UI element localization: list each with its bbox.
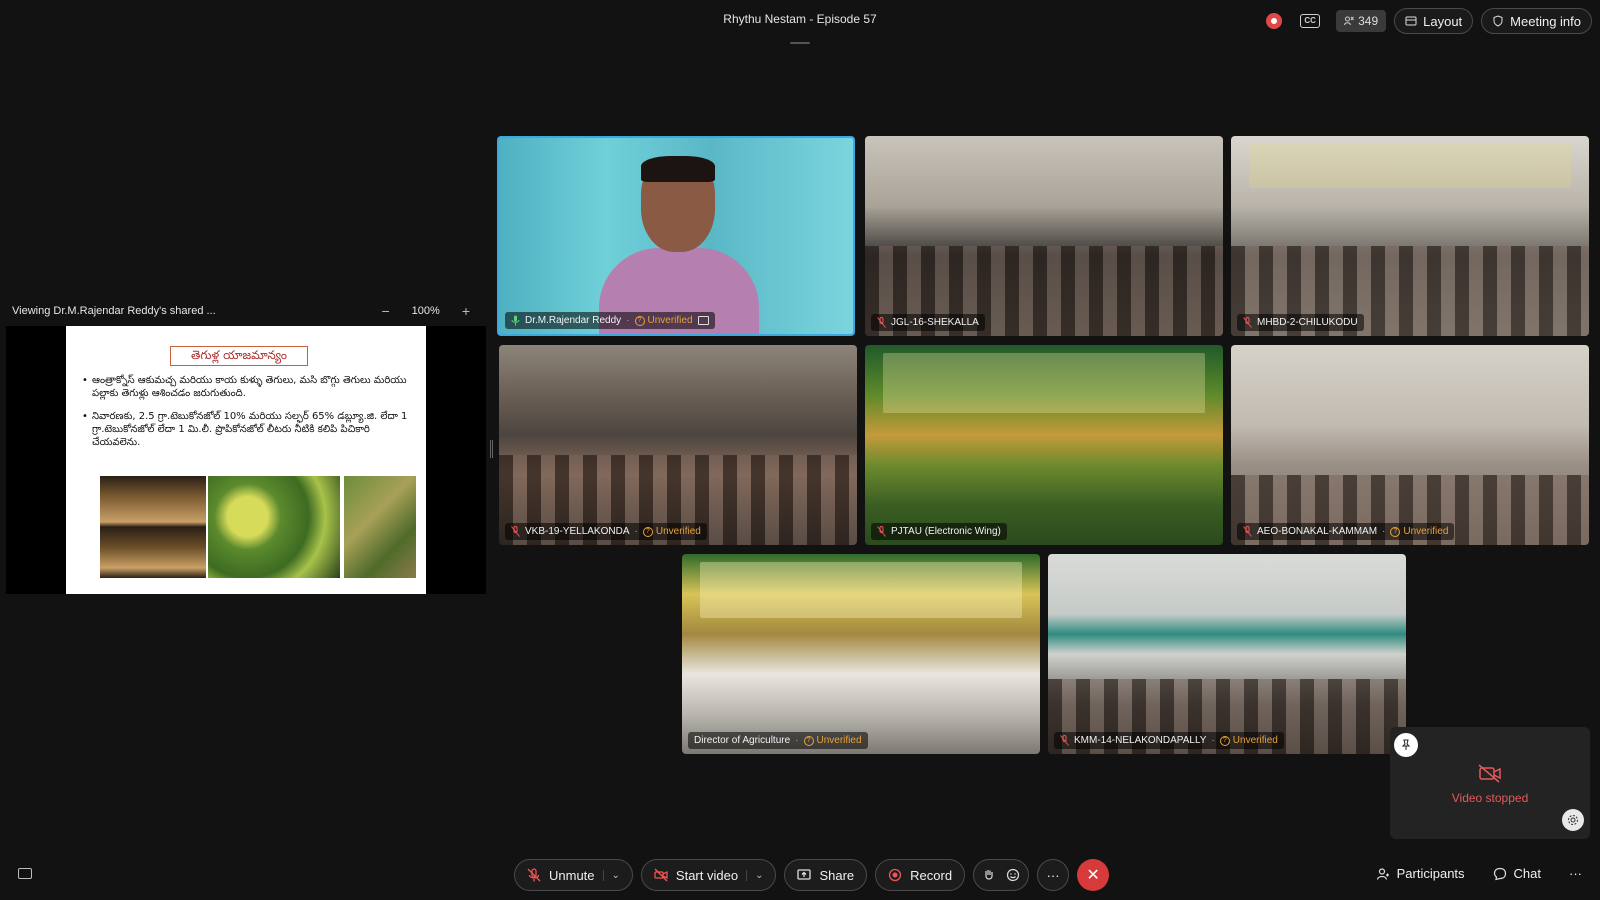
start-video-button[interactable]: Start video ⌄ xyxy=(640,859,777,891)
screen-share-icon xyxy=(697,316,709,325)
mic-muted-icon xyxy=(877,526,886,537)
video-tile-speaker[interactable]: Dr.M.Rajendar Reddy · ? Unverified xyxy=(497,136,855,336)
tile-name-tag: Dr.M.Rajendar Reddy · ? Unverified xyxy=(505,312,715,329)
unverified-badge: ? Unverified xyxy=(642,526,701,537)
video-off-icon xyxy=(654,868,668,882)
mic-muted-icon xyxy=(511,526,520,537)
participants-button[interactable]: Participants xyxy=(1376,866,1465,881)
share-button[interactable]: Share xyxy=(784,859,868,891)
video-off-icon xyxy=(1478,764,1501,783)
zoom-controls: − 100% + xyxy=(381,303,470,319)
zoom-level: 100% xyxy=(411,305,440,317)
participants-label: Participants xyxy=(1396,866,1465,881)
chevron-down-icon[interactable]: ⌄ xyxy=(602,869,620,881)
video-tile[interactable]: PJTAU (Electronic Wing) xyxy=(865,345,1223,545)
mic-muted-icon xyxy=(1060,735,1069,746)
raise-hand-icon[interactable] xyxy=(982,868,996,882)
zoom-out-button[interactable]: − xyxy=(381,303,389,319)
slide-image-leaves xyxy=(208,476,340,578)
chat-icon xyxy=(1493,867,1506,880)
participants-count-icon xyxy=(1344,16,1354,26)
slide-bullet: నివారణకు, 2.5 గ్రా.టెబుకోనజోల్ 10% మరియు… xyxy=(82,410,412,449)
layout-icon xyxy=(1405,16,1417,26)
presentation-slide: తెగుళ్ల యాజమాన్యం ఆంత్రాక్నోస్ ఆకుమచ్చ మ… xyxy=(66,326,426,594)
unverified-badge: ? Unverified xyxy=(634,315,693,326)
mic-muted-icon xyxy=(1243,526,1252,537)
slide-bullet: ఆంత్రాక్నోస్ ఆకుమచ్చ మరియు కాయ కుళ్ళు తె… xyxy=(82,374,412,400)
pin-icon[interactable] xyxy=(1394,733,1418,757)
video-tile[interactable]: AEO-BONAKAL-KAMMAM · ? Unverified xyxy=(1231,345,1589,545)
overflow-menu-button[interactable]: ··· xyxy=(1569,866,1582,881)
participants-count: 349 xyxy=(1358,14,1379,28)
chat-label: Chat xyxy=(1513,866,1541,881)
unmute-label: Unmute xyxy=(549,867,595,883)
record-label: Record xyxy=(910,867,953,883)
top-right-controls: CC 349 Layout Meeting info xyxy=(1266,8,1592,34)
panel-resize-handle[interactable] xyxy=(490,440,493,458)
drag-handle[interactable] xyxy=(790,42,810,44)
closed-caption-icon[interactable]: CC xyxy=(1300,14,1321,28)
unverified-badge: ? Unverified xyxy=(803,735,862,746)
slide-title: తెగుళ్ల యాజమాన్యం xyxy=(170,346,308,366)
share-header: Viewing Dr.M.Rajendar Reddy's shared ...… xyxy=(12,303,482,319)
reaction-icon[interactable] xyxy=(1006,868,1020,882)
self-view-panel[interactable]: Video stopped xyxy=(1390,727,1590,839)
slide-bullets: ఆంత్రాక్నోస్ ఆకుమచ్చ మరియు కాయ కుళ్ళు తె… xyxy=(82,374,412,459)
shield-icon xyxy=(1493,15,1503,27)
tile-name-tag: JGL-16-SHEKALLA xyxy=(871,314,985,331)
slide-image-pod xyxy=(100,476,206,578)
tile-name-tag: PJTAU (Electronic Wing) xyxy=(871,523,1007,540)
mic-muted-icon xyxy=(877,317,886,328)
participants-count-badge[interactable]: 349 xyxy=(1336,10,1387,32)
video-tile[interactable]: MHBD-2-CHILUKODU xyxy=(1231,136,1589,336)
captions-icon[interactable] xyxy=(18,868,32,879)
end-call-icon[interactable]: ✕ xyxy=(1077,859,1110,891)
meeting-info-label: Meeting info xyxy=(1510,13,1581,29)
meeting-toolbar: Unmute ⌄ Start video ⌄ Share Record ··· … xyxy=(514,859,1110,891)
speaker-video xyxy=(599,156,759,334)
slide-image-plant xyxy=(344,476,416,578)
record-icon xyxy=(889,868,902,882)
video-tile[interactable]: KMM-14-NELAKONDAPALLY · ? Unverified xyxy=(1048,554,1406,754)
share-label: Share xyxy=(819,867,855,883)
unverified-badge: ? Unverified xyxy=(1219,735,1278,746)
unverified-badge: ? Unverified xyxy=(1390,526,1448,537)
shared-screen[interactable]: తెగుళ్ల యాజమాన్యం ఆంత్రాక్నోస్ ఆకుమచ్చ మ… xyxy=(6,326,486,594)
tile-name-tag: AEO-BONAKAL-KAMMAM · ? Unverified xyxy=(1237,523,1455,540)
layout-label: Layout xyxy=(1423,13,1463,29)
unmute-button[interactable]: Unmute ⌄ xyxy=(514,859,633,891)
video-tile[interactable]: JGL-16-SHEKALLA xyxy=(865,136,1223,336)
meeting-info-button[interactable]: Meeting info xyxy=(1481,8,1592,34)
record-button[interactable]: Record xyxy=(875,859,966,891)
chevron-down-icon[interactable]: ⌄ xyxy=(746,869,763,881)
more-options-button[interactable]: ··· xyxy=(1037,859,1070,891)
video-tile[interactable]: Director of Agriculture · ? Unverified xyxy=(682,554,1040,754)
record-indicator-icon xyxy=(1266,13,1283,29)
settings-icon[interactable] xyxy=(1562,809,1584,831)
tile-name-tag: VKB-19-YELLAKONDA · ? Unverified xyxy=(505,523,707,540)
mic-muted-icon xyxy=(527,868,541,882)
right-toolbar: Participants Chat ··· xyxy=(1376,866,1582,881)
share-icon xyxy=(797,869,812,880)
tile-name-tag: MHBD-2-CHILUKODU xyxy=(1237,314,1364,331)
tile-name-tag: KMM-14-NELAKONDAPALLY · ? Unverified xyxy=(1054,732,1284,749)
layout-button[interactable]: Layout xyxy=(1394,8,1474,34)
participants-icon xyxy=(1376,867,1389,880)
mic-muted-icon xyxy=(1243,317,1252,328)
video-stopped-text: Video stopped xyxy=(1451,791,1529,805)
reactions-group xyxy=(973,859,1030,891)
start-video-label: Start video xyxy=(675,867,739,883)
share-viewing-label: Viewing Dr.M.Rajendar Reddy's shared ... xyxy=(12,305,216,317)
tile-name-tag: Director of Agriculture · ? Unverified xyxy=(688,732,868,749)
chat-button[interactable]: Chat xyxy=(1493,866,1541,881)
video-tile[interactable]: VKB-19-YELLAKONDA · ? Unverified xyxy=(499,345,857,545)
mic-active-icon xyxy=(511,315,520,326)
zoom-in-button[interactable]: + xyxy=(462,303,470,319)
